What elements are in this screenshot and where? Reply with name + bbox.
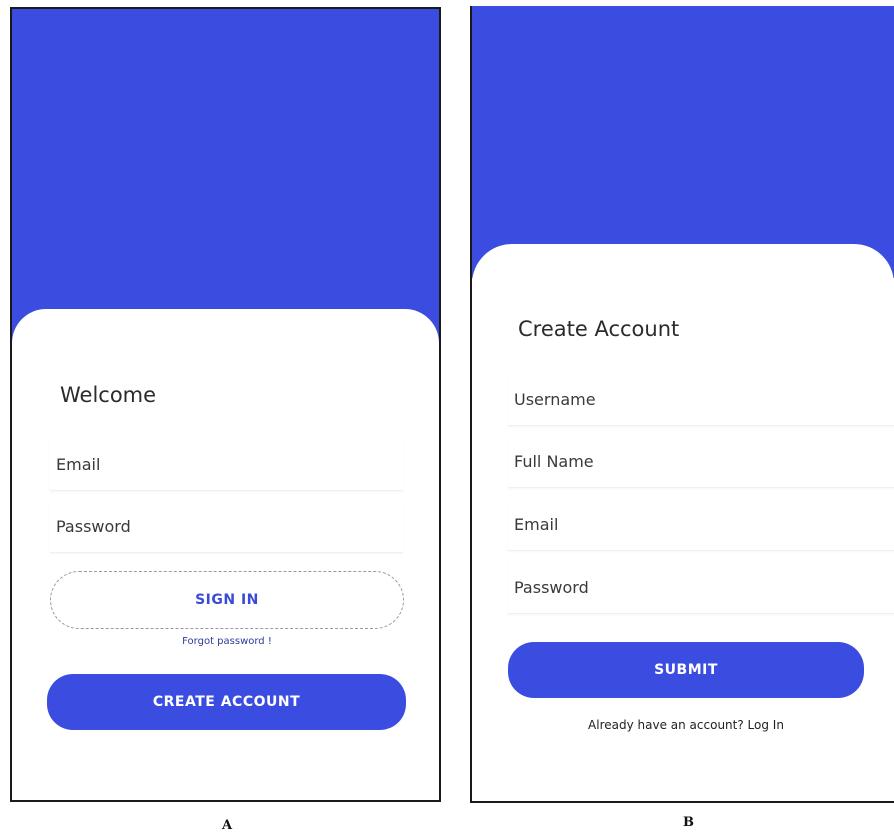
signup-card: Create Account SUBMIT Already have an ac…: [472, 244, 894, 801]
create-account-title: Create Account: [518, 317, 680, 341]
sign-in-button[interactable]: SIGN IN: [50, 571, 404, 629]
login-card: Welcome SIGN IN Forgot password ! CREATE…: [12, 309, 439, 800]
figure-stage: Welcome SIGN IN Forgot password ! CREATE…: [0, 0, 894, 837]
username-field[interactable]: [508, 374, 894, 426]
welcome-title: Welcome: [60, 383, 157, 407]
full-name-field[interactable]: [508, 436, 894, 488]
password-field[interactable]: [50, 501, 403, 553]
caption-b: B: [683, 815, 694, 830]
email-field[interactable]: [50, 439, 403, 491]
create-account-button[interactable]: CREATE ACCOUNT: [47, 674, 406, 730]
submit-button[interactable]: SUBMIT: [508, 642, 864, 698]
login-prompt-link[interactable]: Already have an account? Log In: [508, 718, 864, 732]
full-name-input[interactable]: [508, 436, 894, 487]
email-field[interactable]: [508, 499, 894, 551]
signup-screen: Create Account SUBMIT Already have an ac…: [470, 6, 894, 803]
caption-a: A: [222, 818, 233, 833]
password-field[interactable]: [508, 562, 894, 614]
email-input[interactable]: [50, 439, 403, 490]
password-input[interactable]: [508, 562, 894, 613]
username-input[interactable]: [508, 374, 894, 425]
hero-banner: [12, 9, 439, 354]
hero-banner: [472, 6, 894, 278]
login-screen: Welcome SIGN IN Forgot password ! CREATE…: [10, 7, 441, 802]
password-input[interactable]: [50, 501, 403, 552]
forgot-password-link[interactable]: Forgot password !: [50, 636, 404, 647]
email-input[interactable]: [508, 499, 894, 550]
